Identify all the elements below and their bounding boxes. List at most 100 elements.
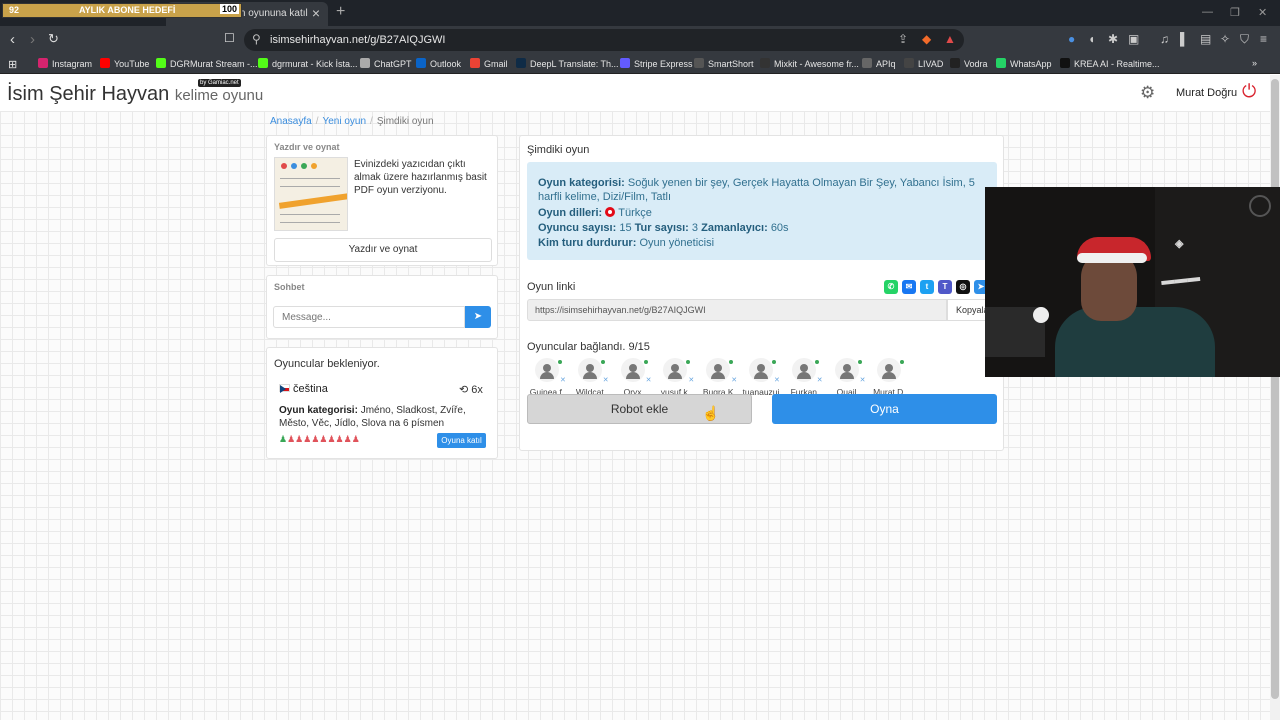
kick-player-icon[interactable]: ✕: [603, 376, 609, 384]
bookmark-gmail[interactable]: Gmail: [470, 58, 508, 69]
game-link-field[interactable]: https://isimsehirhayvan.net/g/B27AIQJGWI: [527, 299, 947, 321]
share-icon[interactable]: ⇪: [898, 32, 908, 46]
join-game-button[interactable]: Oyuna katıl: [437, 433, 486, 448]
kick-player-icon[interactable]: ✕: [646, 376, 652, 384]
bookmark-deepl[interactable]: DeepL Translate: Th...: [516, 58, 619, 69]
bookmark-apiq[interactable]: APIq: [862, 58, 896, 69]
twitter-share-icon[interactable]: t: [920, 280, 934, 294]
logo-sub-text: kelime oyunu: [174, 87, 264, 104]
bookmark-smartshort[interactable]: SmartShort: [694, 58, 754, 69]
kick-player-icon[interactable]: ✕: [774, 376, 780, 384]
vpn-icon[interactable]: ⛉: [1240, 32, 1249, 47]
game-players-rounds-timer: Oyuncu sayısı: 15 Tur sayısı: 3 Zamanlay…: [538, 222, 789, 234]
new-tab-icon[interactable]: +: [336, 3, 345, 21]
back-icon[interactable]: ‹: [10, 31, 15, 48]
print-thumbnail[interactable]: [274, 157, 348, 231]
bookmark-kick[interactable]: DGRMurat Stream -...: [156, 58, 258, 69]
send-icon: ➤: [473, 311, 483, 322]
bookmark-icon[interactable]: ☐: [224, 31, 235, 45]
more-bookmarks-icon[interactable]: »: [1252, 58, 1257, 68]
bookmark-outlook[interactable]: Outlook: [416, 58, 461, 69]
extension-icon[interactable]: ▣: [1128, 32, 1139, 46]
online-indicator: [686, 360, 691, 364]
bookmark-vodra[interactable]: Vodra: [950, 58, 988, 69]
rewards-icon[interactable]: ▲: [944, 32, 956, 46]
reload-icon[interactable]: ↻: [48, 31, 59, 47]
user-icon: [539, 363, 555, 379]
bookmark-whatsapp[interactable]: WhatsApp: [996, 58, 1052, 69]
game-category: Oyun kategorisi: Soğuk yenen bir şey, Ge…: [538, 177, 975, 203]
scrollbar[interactable]: [1270, 75, 1280, 720]
player-slot-empty-icon: ♟: [343, 434, 352, 444]
power-icon[interactable]: ⏻: [1242, 81, 1256, 102]
chair-logo: ◈: [1175, 238, 1184, 250]
player-slot-empty-icon: ♟: [327, 434, 336, 444]
scrollbar-thumb[interactable]: [1271, 79, 1279, 699]
brave-shield-icon[interactable]: ◆: [922, 32, 931, 46]
close-window-icon[interactable]: ✕: [1258, 6, 1267, 19]
online-indicator: [900, 360, 905, 364]
chat-message-input[interactable]: [273, 306, 465, 328]
online-indicator: [814, 360, 819, 364]
subscriber-goal-overlay: 92 AYLIK ABONE HEDEFİ 100: [2, 3, 242, 18]
current-game-title: Şimdiki oyun: [527, 144, 590, 156]
site-info-icon[interactable]: ⚲: [252, 32, 261, 46]
kick-player-icon[interactable]: ✕: [688, 376, 694, 384]
kick-player-icon[interactable]: ✕: [560, 376, 566, 384]
bookmark-kick-studio[interactable]: dgrmurat - Kick İsta...: [258, 58, 358, 69]
turkey-flag-icon: [605, 207, 616, 217]
chat-send-button[interactable]: ➤: [465, 306, 491, 328]
online-indicator: [772, 360, 776, 364]
menu-icon[interactable]: ≡: [1260, 32, 1267, 46]
apps-icon[interactable]: ⊞: [8, 58, 17, 71]
bookmark-krea[interactable]: KREA AI - Realtime...: [1060, 58, 1160, 69]
kick-player-icon[interactable]: ✕: [860, 376, 866, 384]
whatsapp-share-icon[interactable]: ✆: [884, 280, 898, 294]
kick-player-icon[interactable]: ✕: [731, 376, 737, 384]
online-indicator: [729, 360, 734, 364]
wallet-icon[interactable]: ▤: [1200, 32, 1211, 46]
media-icon[interactable]: ♫: [1160, 32, 1169, 46]
extension-icon[interactable]: ●: [1068, 32, 1075, 46]
breadcrumb-new-game[interactable]: Yeni oyun: [322, 116, 366, 127]
leo-icon[interactable]: ✧: [1220, 32, 1230, 46]
breadcrumb: Anasayfa / Yeni oyun / Şimdiki oyun: [270, 116, 434, 127]
goal-current: 92: [9, 5, 20, 15]
print-description: Evinizdeki yazıcıdan çıktı almak üzere h…: [354, 159, 487, 196]
snapchat-share-icon[interactable]: ◎: [956, 280, 970, 294]
bookmark-chatgpt[interactable]: ChatGPT: [360, 58, 412, 69]
bookmark-livad[interactable]: LIVAD: [904, 58, 943, 69]
user-icon: [625, 363, 641, 379]
gear-icon[interactable]: ⚙: [1140, 83, 1155, 103]
extension-icon[interactable]: ◖: [1088, 32, 1095, 46]
game-info-box: Oyun kategorisi: Soğuk yenen bir şey, Ge…: [527, 162, 997, 260]
user-name[interactable]: Murat Doğru: [1176, 87, 1237, 99]
waiting-player-slots: ♟♟♟♟♟♟♟♟♟♟: [279, 434, 360, 445]
kick-player-icon[interactable]: ✕: [817, 376, 823, 384]
close-icon[interactable]: ×: [312, 5, 320, 21]
user-icon: [582, 363, 598, 379]
sidebar-icon[interactable]: ▌: [1180, 32, 1189, 46]
messenger-share-icon[interactable]: ✉: [902, 280, 916, 294]
user-icon: [667, 363, 683, 379]
print-play-button[interactable]: Yazdır ve oynat: [274, 238, 492, 262]
maximize-icon[interactable]: ❐: [1230, 6, 1240, 19]
santa-hat-rim: [1077, 253, 1147, 263]
minimize-icon[interactable]: —: [1202, 6, 1213, 18]
streamer-body: [1055, 307, 1215, 377]
bookmark-youtube[interactable]: YouTube: [100, 58, 149, 69]
puzzle-icon[interactable]: ✱: [1108, 32, 1118, 46]
breadcrumb-home[interactable]: Anasayfa: [270, 116, 312, 127]
browser-tab-bar: ...an oyununa katıl × 92 AYLIK ABONE HED…: [0, 0, 1280, 26]
czech-flag-icon: [279, 384, 290, 393]
bookmark-stripe[interactable]: Stripe Express: [620, 58, 693, 69]
forward-icon[interactable]: ›: [30, 31, 35, 48]
url-field[interactable]: ⚲ isimsehirhayvan.net/g/B27AIQJGWI ⇪ ◆ ▲: [244, 29, 964, 51]
user-icon: [753, 363, 769, 379]
teams-share-icon[interactable]: T: [938, 280, 952, 294]
bookmark-instagram[interactable]: Instagram: [38, 58, 92, 69]
bookmark-mixkit[interactable]: Mixkit - Awesome fr...: [760, 58, 859, 69]
print-card-title: Yazdır ve oynat: [274, 142, 340, 152]
play-button[interactable]: Oyna: [772, 394, 997, 424]
player-slot-empty-icon: ♟: [335, 434, 344, 444]
